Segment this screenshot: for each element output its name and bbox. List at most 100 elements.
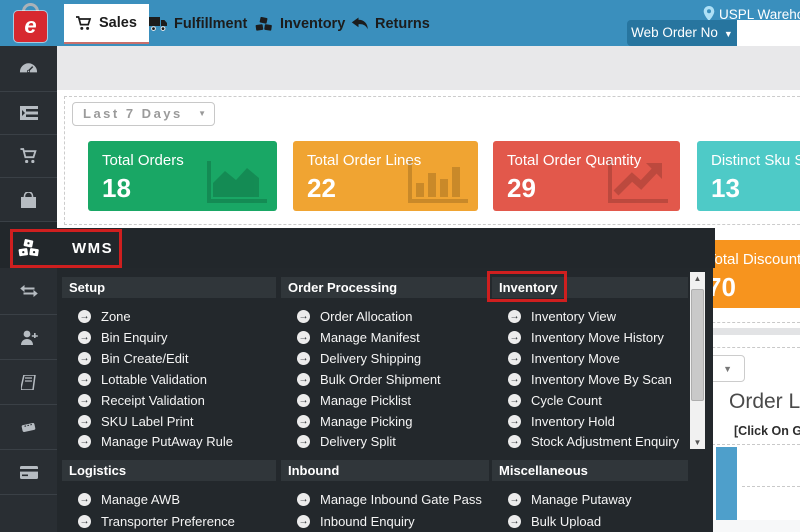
menu-item-manage-awb[interactable]: →Manage AWB: [62, 489, 180, 509]
menu-item-cycle-count[interactable]: →Cycle Count: [492, 390, 602, 410]
arrow-circle-icon: →: [508, 435, 521, 448]
kpi-total-order-quantity[interactable]: Total Order Quantity 29: [493, 141, 680, 211]
menu-item-label: Bin Enquiry: [101, 330, 167, 345]
arrow-circle-icon: →: [78, 415, 91, 428]
kpi-value: 18: [102, 173, 131, 204]
menu-item-label: Manage Inbound Gate Pass: [320, 492, 482, 507]
kpi-label: Distinct Sku Sold: [711, 152, 800, 169]
sidebar-item-more[interactable]: [0, 495, 57, 532]
order-lines-chart-bar[interactable]: [716, 447, 737, 520]
menu-item-manage-manifest[interactable]: →Manage Manifest: [281, 327, 420, 347]
menu-item-order-allocation[interactable]: →Order Allocation: [281, 306, 413, 326]
transfer-arrows-icon: [20, 285, 38, 297]
menu-item-label: Delivery Split: [320, 434, 396, 449]
arrow-circle-icon: →: [508, 515, 521, 528]
menu-item-inventory-move[interactable]: →Inventory Move: [492, 348, 620, 368]
menu-item-label: Inventory View: [531, 309, 616, 324]
sidebar-item-promotions[interactable]: [0, 405, 57, 450]
sidebar-item-users[interactable]: [0, 315, 57, 360]
catalog-book-icon: [21, 375, 37, 390]
sidebar-item-purchase[interactable]: [0, 178, 57, 222]
kpi-value: 29: [507, 173, 536, 204]
menu-item-label: Stock Adjustment Enquiry: [531, 434, 679, 449]
sidebar-item-payments[interactable]: [0, 450, 57, 495]
global-search-input[interactable]: [737, 20, 800, 46]
menu-item-inventory-hold[interactable]: →Inventory Hold: [492, 411, 615, 431]
menu-item-label: Inbound Enquiry: [320, 514, 415, 529]
menu-item-bulk-upload[interactable]: →Bulk Upload: [492, 511, 601, 531]
order-lines-title: Order Lines: [729, 390, 800, 414]
bar-chart-icon: [406, 159, 468, 205]
arrow-circle-icon: →: [78, 352, 91, 365]
chart-click-hint: [Click On Graph To Drill Down]: [734, 424, 800, 438]
menu-item-manage-inbound-gate-pass[interactable]: → Manage Inbound Gate Pass: [281, 489, 482, 509]
scrollbar-up-icon[interactable]: ▲: [690, 272, 705, 285]
arrow-circle-icon: →: [508, 352, 521, 365]
menu-item-bulk-order-shipment[interactable]: →Bulk Order Shipment: [281, 369, 441, 389]
menu-item-label: Transporter Preference: [101, 514, 235, 529]
menu-item-bin-create-edit[interactable]: →Bin Create/Edit: [62, 348, 188, 368]
menu-item-inbound-enquiry[interactable]: → Inbound Enquiry: [281, 511, 415, 531]
brand-logo[interactable]: e: [14, 11, 47, 42]
orders-list-icon: [20, 106, 38, 120]
menu-item-bin-enquiry[interactable]: →Bin Enquiry: [62, 327, 167, 347]
menu-item-stock-adjustment-enquiry[interactable]: → Stock Adjustment Enquiry: [492, 431, 679, 451]
menu-item-zone[interactable]: →Zone: [62, 306, 131, 326]
tab-returns[interactable]: Returns: [339, 4, 442, 44]
menu-item-sku-label-print[interactable]: → SKU Label Print: [62, 411, 194, 431]
arrow-circle-icon: →: [297, 493, 310, 506]
kpi-distinct-sku-sold[interactable]: Distinct Sku Sold 13: [697, 141, 800, 211]
menu-section-logistics: Logistics: [62, 460, 276, 481]
menu-item-delivery-shipping[interactable]: →Delivery Shipping: [281, 348, 421, 368]
scrollbar-thumb[interactable]: [691, 289, 704, 401]
chart-top-border: [712, 444, 800, 445]
kpi-label: Total Orders: [102, 152, 184, 169]
menu-item-manage-picklist[interactable]: →Manage Picklist: [281, 390, 411, 410]
menu-item-label: SKU Label Print: [101, 414, 194, 429]
menu-item-inventory-move-history[interactable]: →Inventory Move History: [492, 327, 664, 347]
sidebar-item-orders[interactable]: [0, 92, 57, 135]
sidebar-item-catalog[interactable]: [0, 360, 57, 405]
sidebar-item-dashboard[interactable]: [0, 46, 57, 92]
cart-icon: [76, 16, 92, 31]
kpi-label: Total Discount: [707, 251, 800, 268]
kpi-total-orders[interactable]: Total Orders 18: [88, 141, 277, 211]
date-range-select[interactable]: Last 7 Days ▼: [72, 102, 215, 126]
tab-label: Returns: [375, 16, 430, 32]
menu-section-inbound: Inbound: [281, 460, 489, 481]
menu-item-label: Manage Picking: [320, 414, 413, 429]
date-range-value: Last 7 Days: [83, 106, 183, 121]
sidebar-item-sales-cart[interactable]: [0, 135, 57, 178]
menu-item-manage-picking[interactable]: →Manage Picking: [281, 411, 413, 431]
menu-item-transporter-preference[interactable]: →Transporter Preference: [62, 511, 235, 531]
kpi-total-order-lines[interactable]: Total Order Lines 22: [293, 141, 478, 211]
menu-item-receipt-validation[interactable]: →Receipt Validation: [62, 390, 205, 410]
menu-item-label: Inventory Move History: [531, 330, 664, 345]
tab-fulfillment[interactable]: Fulfillment: [137, 4, 259, 44]
highlight-box-wms: [10, 229, 122, 268]
scrollbar-down-icon[interactable]: ▼: [690, 436, 705, 449]
menu-item-inventory-view[interactable]: →Inventory View: [492, 306, 616, 326]
menu-item-label: Order Allocation: [320, 309, 413, 324]
menu-item-lottable-validation[interactable]: →Lottable Validation: [62, 369, 207, 389]
arrow-circle-icon: →: [508, 373, 521, 386]
chevron-down-icon: ▼: [724, 29, 733, 39]
kpi-label: Total Order Lines: [307, 152, 421, 169]
payment-card-icon: [20, 466, 38, 479]
menu-item-inventory-move-by-scan[interactable]: →Inventory Move By Scan: [492, 369, 672, 389]
sidebar-item-transfers[interactable]: [0, 268, 57, 315]
menu-item-manage-putaway[interactable]: →Manage Putaway: [492, 489, 631, 509]
menu-scrollbar[interactable]: ▲ ▼: [690, 272, 705, 449]
arrow-circle-icon: →: [297, 352, 310, 365]
arrow-circle-icon: →: [508, 394, 521, 407]
add-user-icon: [20, 330, 38, 345]
search-category-dropdown[interactable]: Web Order No▼: [627, 20, 737, 46]
arrow-circle-icon: →: [297, 394, 310, 407]
menu-item-label: Manage Manifest: [320, 330, 420, 345]
menu-item-manage-putaway-rule[interactable]: →Manage PutAway Rule: [62, 431, 233, 451]
chevron-down-icon: ▼: [198, 103, 206, 125]
arrow-circle-icon: →: [297, 515, 310, 528]
menu-item-label: Lottable Validation: [101, 372, 207, 387]
menu-item-delivery-split[interactable]: →Delivery Split: [281, 431, 396, 451]
module-tab-bar: [0, 46, 800, 90]
